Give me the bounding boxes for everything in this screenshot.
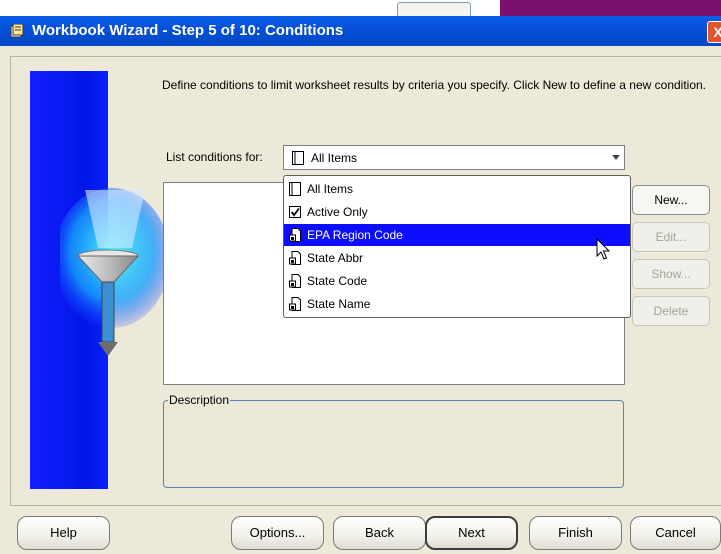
dropdown-option-label: State Abbr	[307, 251, 364, 265]
background-desktop	[500, 0, 721, 16]
description-legend: Description	[168, 393, 231, 407]
instructions-text: Define conditions to limit worksheet res…	[162, 78, 707, 92]
dropdown-option-epa-region-code[interactable]: EPA Region Code	[284, 224, 630, 246]
background-window	[0, 0, 721, 18]
app-icon	[10, 24, 24, 38]
description-box	[163, 400, 624, 488]
mouse-cursor-icon	[596, 238, 611, 260]
edit-button[interactable]: Edit...	[632, 222, 710, 252]
folder-icon	[292, 151, 304, 165]
next-button[interactable]: Next	[425, 516, 518, 550]
dropdown-option-all-items[interactable]: All Items	[284, 178, 630, 200]
close-button[interactable]: X	[707, 21, 721, 43]
item-icon	[289, 251, 301, 265]
item-icon	[289, 297, 301, 311]
dropdown-option-label: Active Only	[307, 205, 368, 219]
folder-icon	[289, 182, 301, 196]
cancel-button[interactable]: Cancel	[630, 516, 721, 550]
item-icon	[289, 228, 301, 242]
dropdown-option-label: All Items	[307, 182, 354, 196]
chevron-down-icon[interactable]	[612, 155, 620, 160]
dropdown-option-active-only[interactable]: Active Only	[284, 201, 630, 223]
item-icon	[289, 274, 301, 288]
funnel-icon	[60, 188, 170, 356]
finish-button[interactable]: Finish	[529, 516, 622, 550]
dropdown-list[interactable]: All Items Active Only EPA Region Code St…	[283, 175, 631, 318]
options-button[interactable]: Options...	[231, 516, 324, 550]
dropdown-option-label: EPA Region Code	[307, 228, 403, 242]
dropdown-option-state-abbr[interactable]: State Abbr	[284, 247, 630, 269]
dropdown-option-state-name[interactable]: State Name	[284, 293, 630, 315]
delete-button[interactable]: Delete	[632, 296, 710, 326]
dropdown-option-label: State Code	[307, 274, 368, 288]
dropdown-selected-value: All Items	[311, 151, 358, 165]
checkbox-checked-icon	[289, 206, 301, 218]
window-title: Workbook Wizard - Step 5 of 10: Conditio…	[32, 22, 344, 39]
title-bar: Workbook Wizard - Step 5 of 10: Conditio…	[0, 16, 721, 46]
list-conditions-label: List conditions for:	[166, 150, 263, 164]
show-button[interactable]: Show...	[632, 259, 710, 289]
close-icon: X	[713, 24, 721, 40]
back-button[interactable]: Back	[333, 516, 426, 550]
dropdown-option-state-code[interactable]: State Code	[284, 270, 630, 292]
dropdown-option-label: State Name	[307, 297, 371, 311]
list-conditions-dropdown[interactable]: All Items	[283, 145, 625, 170]
help-button[interactable]: Help	[17, 516, 110, 550]
new-button[interactable]: New...	[632, 185, 710, 215]
